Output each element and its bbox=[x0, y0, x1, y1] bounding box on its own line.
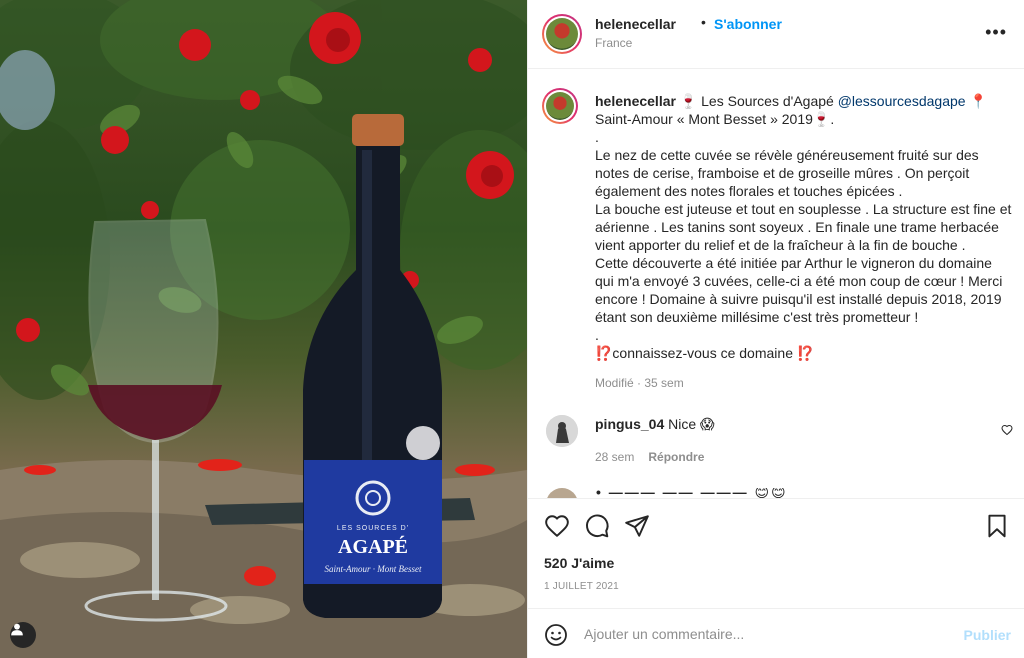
comment-bubble-icon bbox=[586, 514, 609, 538]
partial-comment-avatar bbox=[546, 488, 578, 498]
partial-comment-text: • ——— —— ——— 😊😊 bbox=[596, 488, 788, 498]
photo-illustration: LES SOURCES D' AGAPÉ Saint-Amour · Mont … bbox=[0, 0, 527, 658]
author-username[interactable]: helenecellar bbox=[595, 16, 676, 32]
smiley-icon bbox=[545, 624, 567, 646]
more-options-button[interactable]: ••• bbox=[985, 22, 1007, 43]
comment-button[interactable] bbox=[584, 513, 610, 539]
publish-button[interactable]: Publier bbox=[964, 627, 1011, 643]
emoji-button[interactable] bbox=[544, 623, 568, 647]
comment-text: Nice 😱 bbox=[664, 416, 715, 432]
like-button[interactable] bbox=[544, 513, 570, 539]
caption-mention-link[interactable]: @lessourcesdagape bbox=[838, 93, 966, 109]
comments-scroll-area[interactable]: helenecellar 🍷 Les Sources d'Agapé @less… bbox=[528, 70, 1024, 498]
heart-icon bbox=[545, 515, 569, 538]
save-button[interactable] bbox=[984, 513, 1010, 539]
author-avatar[interactable] bbox=[542, 14, 582, 54]
caption-username[interactable]: helenecellar bbox=[595, 93, 676, 109]
caption-author-avatar[interactable] bbox=[542, 88, 578, 124]
comment-meta: 28 sem Répondre bbox=[595, 450, 704, 464]
post-details-panel: helenecellar • S'abonner France ••• hele… bbox=[527, 0, 1024, 658]
svg-text:LES SOURCES D': LES SOURCES D' bbox=[337, 525, 409, 532]
likes-count[interactable]: 520 J'aime bbox=[544, 555, 614, 571]
comment-like-button[interactable] bbox=[1001, 423, 1013, 441]
comment-time[interactable]: 28 sem bbox=[595, 450, 634, 464]
caption-meta: Modifié · 35 sem bbox=[595, 376, 684, 390]
caption-intro: 🍷 Les Sources d'Agapé bbox=[675, 93, 838, 109]
post-photo[interactable]: LES SOURCES D' AGAPÉ Saint-Amour · Mont … bbox=[0, 0, 527, 658]
post-caption: helenecellar 🍷 Les Sources d'Agapé @less… bbox=[595, 92, 1013, 362]
tagged-users-button[interactable] bbox=[10, 622, 36, 648]
caption-text: 📍Saint-Amour « Mont Besset » 2019🍷. . Le… bbox=[595, 93, 1012, 361]
comment-username[interactable]: pingus_04 bbox=[595, 416, 664, 432]
post-header: helenecellar • S'abonner France ••• bbox=[528, 0, 1024, 69]
instagram-post-modal: LES SOURCES D' AGAPÉ Saint-Amour · Mont … bbox=[0, 0, 1024, 658]
post-location[interactable]: France bbox=[595, 36, 632, 50]
reply-button[interactable]: Répondre bbox=[648, 450, 704, 464]
add-comment-bar: Publier bbox=[528, 608, 1024, 658]
user-silhouette-icon bbox=[546, 415, 578, 447]
svg-text:AGAPÉ: AGAPÉ bbox=[338, 535, 408, 558]
comment-input[interactable] bbox=[584, 622, 944, 646]
svg-text:Saint-Amour · Mont Besset: Saint-Amour · Mont Besset bbox=[325, 564, 422, 574]
heart-outline-icon bbox=[1001, 424, 1013, 436]
paper-plane-icon bbox=[625, 515, 649, 537]
comment-item: pingus_04 Nice 😱 bbox=[595, 416, 715, 433]
header-separator: • bbox=[701, 14, 706, 30]
share-button[interactable] bbox=[624, 513, 650, 539]
post-actions: 520 J'aime 1 JUILLET 2021 bbox=[528, 498, 1024, 608]
comment-avatar[interactable] bbox=[546, 415, 578, 447]
partial-comment-row: • ——— —— ——— 😊😊 bbox=[546, 488, 1016, 498]
post-date: 1 JUILLET 2021 bbox=[544, 581, 619, 592]
bookmark-icon bbox=[988, 514, 1006, 538]
follow-button[interactable]: S'abonner bbox=[714, 16, 782, 32]
person-icon bbox=[11, 623, 23, 636]
